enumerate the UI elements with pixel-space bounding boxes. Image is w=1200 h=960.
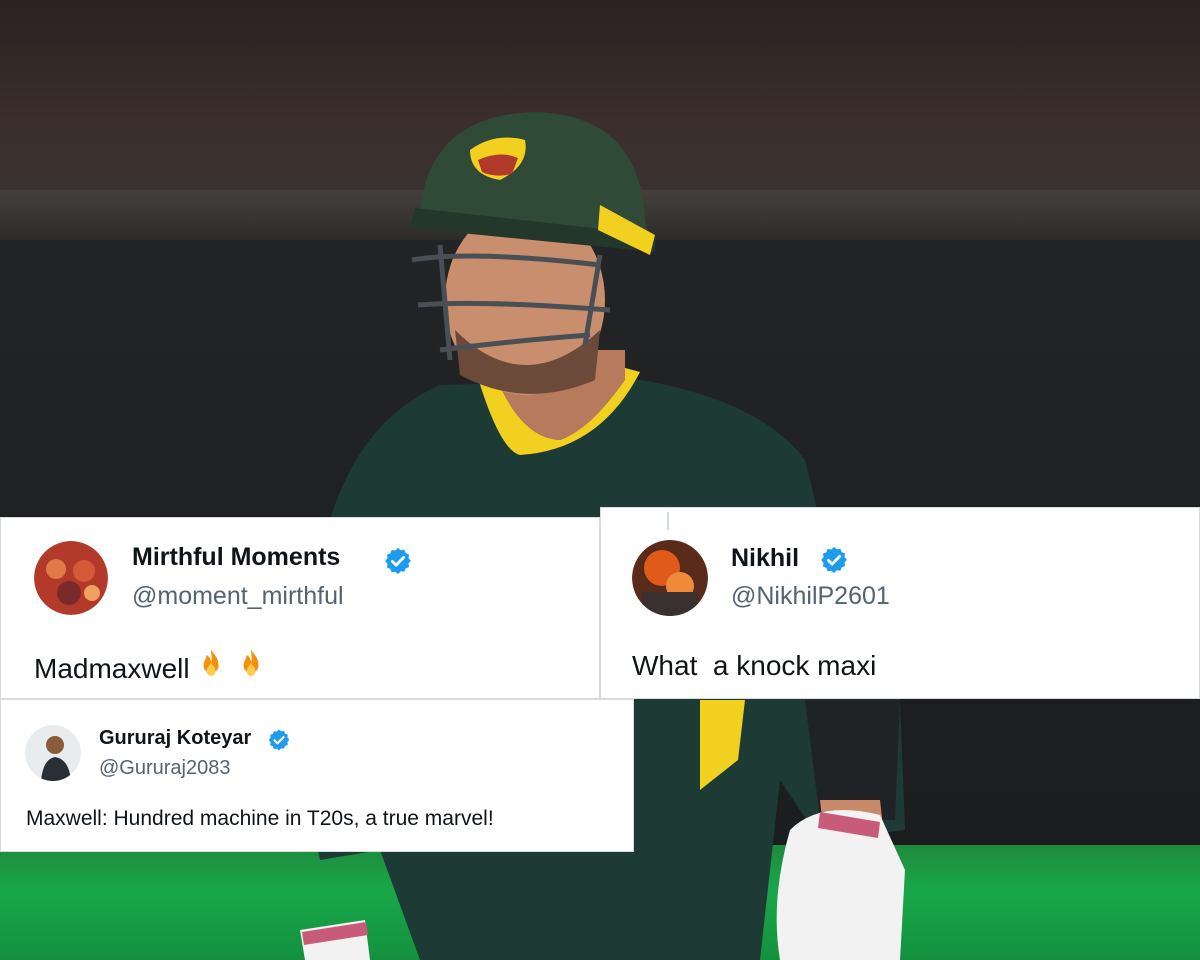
tweet-text: Maxwell: Hundred machine in T20s, a true…	[26, 807, 494, 830]
fire-emoji-icon	[203, 649, 219, 676]
avatar[interactable]	[25, 725, 81, 781]
display-name[interactable]: Nikhil	[731, 544, 799, 573]
thread-connector	[667, 512, 669, 530]
verified-badge-icon	[268, 729, 290, 751]
avatar[interactable]	[34, 541, 108, 615]
username-handle[interactable]: @Gururaj2083	[99, 757, 230, 780]
tweet-card-2[interactable]: Nikhil @NikhilP2601 What a knock maxi	[600, 507, 1200, 699]
fire-emoji-icon	[243, 649, 259, 676]
verified-badge-icon	[385, 547, 411, 575]
tweet-text: Madmaxwell	[34, 646, 270, 685]
username-handle[interactable]: @NikhilP2601	[731, 582, 890, 611]
display-name[interactable]: Mirthful Moments	[132, 543, 340, 572]
tweet-card-1[interactable]: Mirthful Moments @moment_mirthful Madmax…	[0, 517, 600, 699]
verified-badge-icon	[821, 546, 847, 574]
display-name[interactable]: Gururaj Koteyar	[99, 727, 251, 750]
tweet-card-3[interactable]: Gururaj Koteyar @Gururaj2083 Maxwell: Hu…	[0, 699, 634, 852]
tweet-text: What a knock maxi	[632, 650, 877, 681]
tweet-text-content: Madmaxwell	[34, 653, 190, 684]
username-handle[interactable]: @moment_mirthful	[132, 582, 344, 611]
avatar[interactable]	[632, 540, 708, 616]
